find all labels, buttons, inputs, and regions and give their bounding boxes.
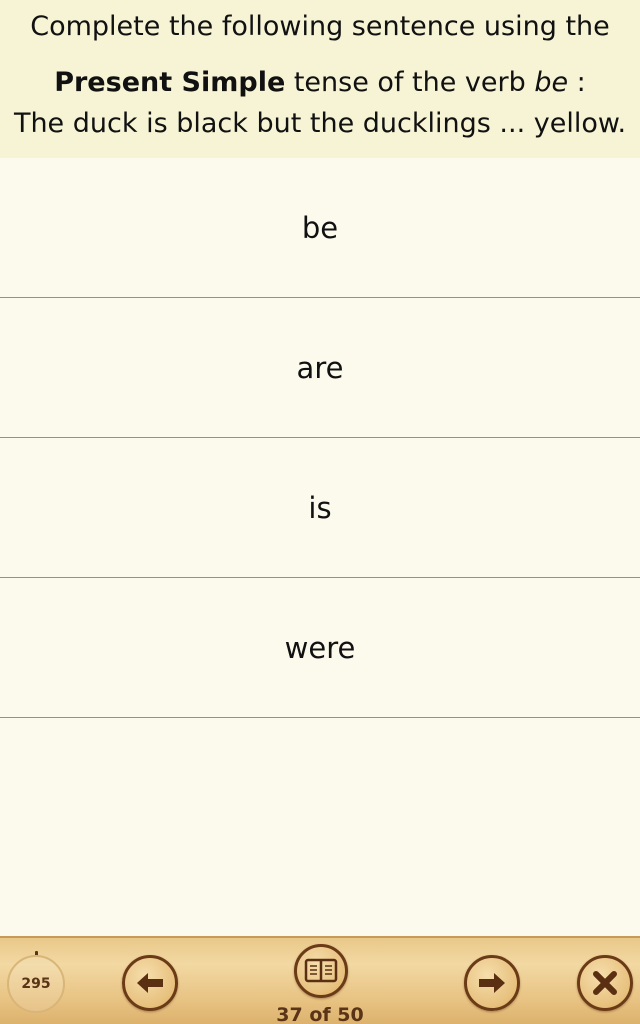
answer-option-be[interactable]: be <box>0 158 640 298</box>
tense-name: Present Simple <box>54 67 286 98</box>
question-counter: 37 of 50 <box>276 1004 364 1024</box>
question-text-middle: tense of the verb <box>285 67 535 98</box>
arrow-left-icon <box>137 973 163 993</box>
answer-label: were <box>284 630 356 665</box>
answer-label: are <box>296 350 344 385</box>
arrow-right-icon <box>479 973 505 993</box>
quiz-screen: Complete the following sentence using th… <box>0 0 640 1024</box>
score-indicator: 295 <box>7 955 65 1013</box>
question-line-2: Present Simple tense of the verb be : <box>0 66 640 100</box>
answer-label: be <box>301 210 339 245</box>
previous-button[interactable] <box>122 955 178 1011</box>
verb-name: be <box>534 67 569 98</box>
score-value: 295 <box>21 976 51 992</box>
answer-option-are[interactable]: are <box>0 298 640 438</box>
answer-option-were[interactable]: were <box>0 578 640 718</box>
answer-label: is <box>308 490 332 525</box>
question-panel: Complete the following sentence using th… <box>0 0 640 158</box>
answer-list: be are is were <box>0 158 640 718</box>
bottom-toolbar: 295 37 of 50 <box>0 936 640 1024</box>
question-text-end: : <box>568 67 586 98</box>
book-icon <box>304 958 338 983</box>
book-button[interactable] <box>294 944 348 998</box>
question-sentence: The duck is black but the ducklings ... … <box>13 108 627 139</box>
close-icon <box>593 971 617 995</box>
next-button[interactable] <box>464 955 520 1011</box>
answer-option-is[interactable]: is <box>0 438 640 578</box>
question-line-1: Complete the following sentence using th… <box>30 11 610 42</box>
close-button[interactable] <box>577 955 633 1011</box>
